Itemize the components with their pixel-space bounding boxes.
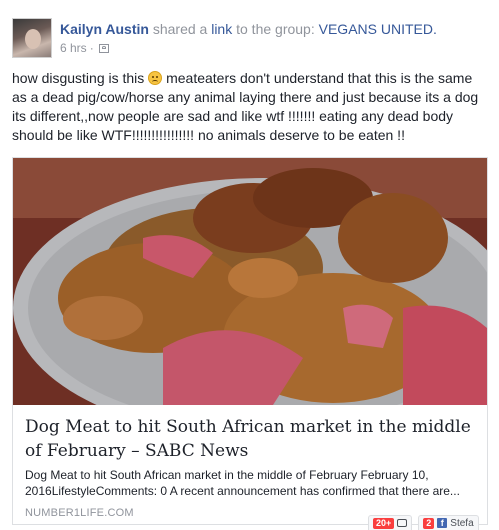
sad-face-emoji-icon: [148, 71, 163, 85]
action-prefix: shared a: [152, 21, 208, 37]
post-meta: 6 hrs ·: [60, 41, 109, 55]
link-preview-body[interactable]: Dog Meat to hit South African market in …: [25, 415, 477, 519]
post-time[interactable]: 6 hrs: [60, 41, 87, 55]
avatar-face: [25, 29, 41, 49]
post-text-part1: how disgusting is this: [12, 70, 145, 86]
link-preview-card[interactable]: Dog Meat to hit South African market in …: [12, 157, 488, 525]
meta-separator: ·: [89, 41, 94, 55]
action-suffix: to the group:: [236, 21, 315, 37]
chat-tab-messages[interactable]: 20+: [368, 515, 413, 530]
chat-icon: [397, 519, 408, 527]
facebook-icon: f: [437, 518, 448, 528]
shared-link[interactable]: link: [211, 21, 232, 37]
post-header-line: Kailyn Austin shared a link to the group…: [60, 21, 437, 37]
post-header: Kailyn Austin shared a link to the group…: [12, 16, 492, 60]
group-audience-icon[interactable]: [98, 43, 109, 53]
link-preview-image[interactable]: [13, 158, 487, 405]
link-description: Dog Meat to hit South African market in …: [25, 468, 460, 498]
group-name-link[interactable]: VEGANS UNITED.: [319, 21, 437, 37]
chat-contact-name: Stefa: [450, 517, 474, 529]
post-text: how disgusting is this meateaters don't …: [12, 69, 490, 145]
author-name[interactable]: Kailyn Austin: [60, 21, 149, 37]
chat-badge-count: 20+: [373, 517, 395, 529]
chat-tab-stefa[interactable]: 2 f Stefa: [418, 515, 479, 530]
chat-tabs: 20+ 2 f Stefa: [368, 515, 479, 530]
chat-badge-count: 2: [423, 517, 435, 529]
link-title[interactable]: Dog Meat to hit South African market in …: [25, 415, 477, 463]
author-avatar[interactable]: [12, 18, 52, 58]
